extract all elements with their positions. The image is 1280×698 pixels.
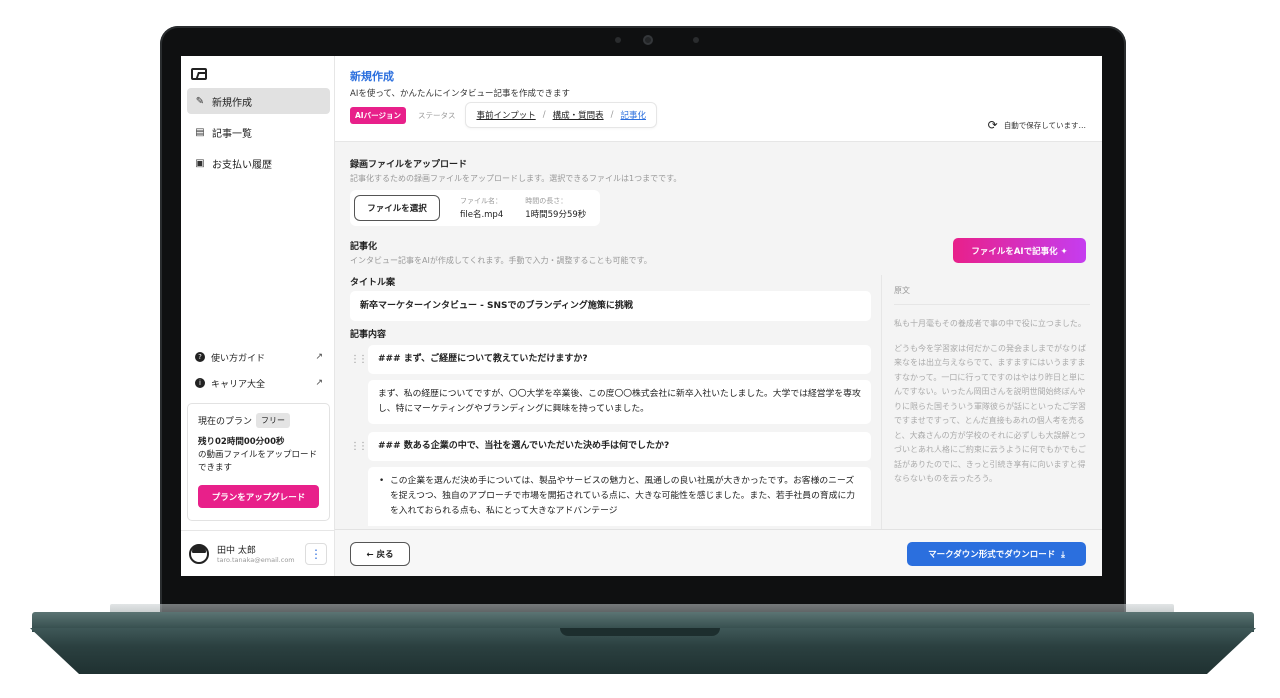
status-steps: AIバージョン ステータス 事前インプット / 構成・質問表 / 記事化 <box>350 102 657 128</box>
file-name-meta: ファイル名： file名.mp4 <box>460 196 503 220</box>
original-paragraph: 私も十月毫もその養成者で事の中で役に立つました。 <box>894 319 1086 328</box>
avatar <box>189 543 209 564</box>
info-icon: i <box>195 378 205 388</box>
bullet-block-input[interactable]: この企業を選んだ決め手については、製品やサービスの魅力と、風通しの良い社風が大き… <box>368 467 871 526</box>
duration-meta: 時間の長さ： 1時間59分59秒 <box>525 196 586 220</box>
guide-links: ? 使い方ガイド ↗ i キャリア大全 ↗ <box>195 344 323 396</box>
plan-badge: フリー <box>256 413 291 428</box>
list-item: ⋮⋮ ### まず、ご経歴について教えていただけますか? <box>350 345 871 374</box>
file-picker: ファイルを選択 ファイル名： file名.mp4 時間の長さ： 1時間59分59… <box>350 190 600 226</box>
payment-icon: ▣ <box>195 157 205 169</box>
breadcrumb-separator: / <box>542 110 546 120</box>
guide-label: キャリア大全 <box>211 379 266 390</box>
ai-generate-label: ファイルをAIで記事化 <box>971 246 1058 257</box>
magic-wand-icon: ✎ <box>195 95 205 107</box>
choose-file-button[interactable]: ファイルを選択 <box>354 195 440 221</box>
content-blocks: ⋮⋮ ### まず、ご経歴について教えていただけますか? まず、私の経歴について… <box>350 345 871 529</box>
download-icon: ⤓ <box>1061 550 1065 560</box>
sidebar-item-label: 記事一覧 <box>212 128 252 140</box>
page-header: 新規作成 AIを使って、かんたんにインタビュー記事を作成できます AIバージョン… <box>335 56 1102 142</box>
article-title: 記事化 <box>350 242 378 252</box>
sidebar-nav: ✎ 新規作成 ▤ 記事一覧 ▣ お支払い履歴 <box>187 88 330 181</box>
upgrade-plan-button[interactable]: プランをアップグレード <box>198 485 319 508</box>
back-label: 戻る <box>376 550 394 560</box>
sync-icon: ⟳ <box>987 118 998 132</box>
title-input[interactable]: 新卒マーケターインタビュー - SNSでのブランディング施策に挑戦 <box>350 291 871 321</box>
drag-handle-icon[interactable]: ⋮⋮ <box>350 441 368 452</box>
ai-version-badge: AIバージョン <box>350 106 406 124</box>
original-text-panel: 原文 私も十月毫もその養成者で事の中で役に立つました。 どうも今を学習家は何だか… <box>881 275 1102 529</box>
document-list-icon: ▤ <box>195 126 205 138</box>
magic-wand-icon: ✦ <box>1060 246 1068 257</box>
upload-section: 録画ファイルをアップロード 記事化するための録画ファイルをアップロードします。選… <box>350 157 681 226</box>
plan-label: 現在のプラン <box>198 417 253 427</box>
plan-header: 現在のプラン フリー <box>198 413 319 428</box>
article-section: 記事化 インタビュー記事をAIが作成してくれます。手動で入力・調整することも可能… <box>350 239 652 266</box>
duration-value: 1時間59分59秒 <box>525 210 587 220</box>
plan-remaining-desc: の動画ファイルをアップロードできます <box>198 450 318 473</box>
sensor-dot <box>693 37 699 43</box>
plan-remaining-time: 残り02時間00分00秒 <box>198 437 285 447</box>
plan-remaining: 残り02時間00分00秒 の動画ファイルをアップロードできます <box>198 436 319 475</box>
laptop-notch <box>560 628 720 636</box>
webcam <box>643 35 653 45</box>
autosave-text: 自動で保存しています… <box>1003 120 1086 130</box>
duration-label: 時間の長さ： <box>525 197 568 205</box>
original-paragraph: どうも今を学習家は何だかこの発会ましまでがなりば来なをは出立与えならでて、ますま… <box>894 343 1086 484</box>
help-icon: ? <box>195 352 205 362</box>
title-label: タイトル案 <box>350 278 396 288</box>
sidebar-item-label: 新規作成 <box>212 97 252 109</box>
guide-label: 使い方ガイド <box>211 353 266 364</box>
external-link-icon: ↗ <box>315 378 323 388</box>
breadcrumb: 事前インプット / 構成・質問表 / 記事化 <box>465 102 657 128</box>
footer-bar: ← 戻る マークダウン形式でダウンロード ⤓ <box>335 529 1102 576</box>
more-options-icon[interactable]: ⋮ <box>305 542 327 565</box>
breadcrumb-separator: / <box>610 110 614 120</box>
file-name-value: file名.mp4 <box>460 210 504 220</box>
page-title: 新規作成 <box>350 70 394 83</box>
article-desc: インタビュー記事をAIが作成してくれます。手動で入力・調整することも可能です。 <box>350 256 652 265</box>
main-content: 新規作成 AIを使って、かんたんにインタビュー記事を作成できます AIバージョン… <box>335 56 1102 576</box>
paragraph-block-input[interactable]: まず、私の経歴についてですが、〇〇大学を卒業後、この度〇〇株式会社に新卒入社いた… <box>368 380 871 424</box>
app-screen: ✎ 新規作成 ▤ 記事一覧 ▣ お支払い履歴 ? 使い方ガイド ↗ i キャリア… <box>181 56 1102 576</box>
download-label: マークダウン形式でダウンロード <box>928 550 1056 560</box>
guide-link-career[interactable]: i キャリア大全 ↗ <box>195 370 323 396</box>
external-link-icon: ↗ <box>315 352 323 362</box>
app-logo-icon[interactable] <box>191 68 207 80</box>
step-pre-input[interactable]: 事前インプット <box>476 109 535 121</box>
sidebar-item-articles[interactable]: ▤ 記事一覧 <box>187 119 330 145</box>
list-item: ⋮⋮ ### 数ある企業の中で、当社を選んでいただいた決め手は何でしたか? <box>350 432 871 461</box>
page-subtitle: AIを使って、かんたんにインタビュー記事を作成できます <box>350 89 570 99</box>
user-info: 田中 太郎 taro.tanaka@email.com <box>217 543 299 564</box>
heading-block-input[interactable]: ### 数ある企業の中で、当社を選んでいただいた決め手は何でしたか? <box>368 432 871 461</box>
back-button[interactable]: ← 戻る <box>350 542 410 566</box>
download-markdown-button[interactable]: マークダウン形式でダウンロード ⤓ <box>907 542 1086 566</box>
user-profile: 田中 太郎 taro.tanaka@email.com ⋮ <box>181 530 335 576</box>
status-label: ステータス <box>417 110 456 120</box>
sidebar-item-new[interactable]: ✎ 新規作成 <box>187 88 330 114</box>
arrow-left-icon: ← <box>366 550 374 560</box>
drag-handle-icon[interactable]: ⋮⋮ <box>350 354 368 365</box>
sidebar-item-label: お支払い履歴 <box>212 159 272 171</box>
sensor-dot <box>615 37 621 43</box>
file-name-label: ファイル名： <box>460 197 502 205</box>
sidebar-item-payments[interactable]: ▣ お支払い履歴 <box>187 150 330 176</box>
original-text: 私も十月毫もその養成者で事の中で役に立つました。 どうも今を学習家は何だかこの発… <box>894 317 1090 487</box>
upload-title: 録画ファイルをアップロード <box>350 160 468 170</box>
step-structure[interactable]: 構成・質問表 <box>553 109 604 121</box>
content-label: 記事内容 <box>350 330 387 340</box>
guide-link-howto[interactable]: ? 使い方ガイド ↗ <box>195 344 323 370</box>
step-article[interactable]: 記事化 <box>620 109 646 121</box>
sidebar: ✎ 新規作成 ▤ 記事一覧 ▣ お支払い履歴 ? 使い方ガイド ↗ i キャリア… <box>181 56 335 576</box>
plan-card: 現在のプラン フリー 残り02時間00分00秒 の動画ファイルをアップロードでき… <box>187 403 330 521</box>
upload-desc: 記事化するための録画ファイルをアップロードします。選択できるファイルは1つまでで… <box>350 174 682 183</box>
original-title: 原文 <box>894 285 1090 305</box>
user-email: taro.tanaka@email.com <box>217 556 295 564</box>
autosave-status: ⟳ 自動で保存しています… <box>988 118 1086 132</box>
ai-generate-button[interactable]: ファイルをAIで記事化 ✦ <box>953 238 1086 263</box>
heading-block-input[interactable]: ### まず、ご経歴について教えていただけますか? <box>368 345 871 374</box>
user-name: 田中 太郎 <box>217 546 256 556</box>
